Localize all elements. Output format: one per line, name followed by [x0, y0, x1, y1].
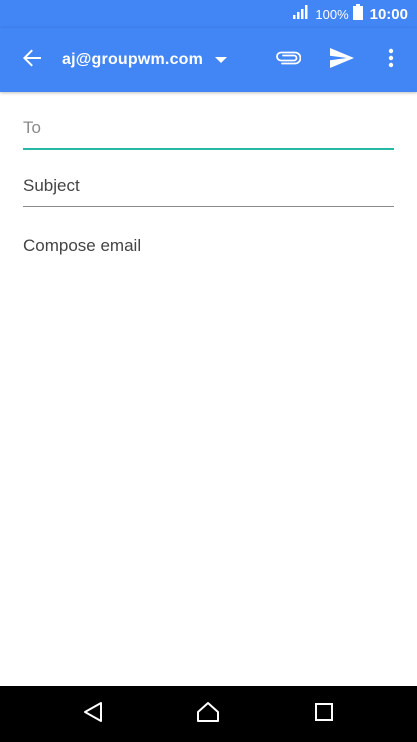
back-arrow-icon: [22, 48, 42, 73]
back-button[interactable]: [12, 40, 52, 80]
dropdown-icon: [215, 57, 228, 63]
send-icon: [330, 47, 354, 73]
battery-icon: [352, 3, 363, 25]
account-selector[interactable]: aj@groupwm.com: [62, 42, 228, 78]
to-input[interactable]: [23, 108, 394, 148]
more-vert-icon: [388, 48, 394, 73]
send-button[interactable]: [322, 40, 362, 80]
battery-percent: 100%: [315, 6, 349, 22]
attach-button[interactable]: [268, 40, 308, 80]
to-field: [23, 108, 394, 150]
more-options-button[interactable]: [371, 40, 411, 80]
nav-back-button[interactable]: [73, 694, 113, 734]
clock: 10:00: [369, 5, 408, 23]
subject-input[interactable]: [23, 166, 394, 206]
nav-home-icon: [196, 701, 220, 728]
signal-icon: [293, 4, 309, 24]
nav-back-icon: [83, 701, 103, 728]
navigation-bar: [0, 686, 417, 742]
account-email: aj@groupwm.com: [62, 51, 204, 68]
status-bar: 100% 10:00: [0, 0, 417, 28]
app-bar: aj@groupwm.com: [0, 28, 417, 92]
nav-recents-button[interactable]: [304, 694, 344, 734]
paperclip-icon: [275, 51, 302, 70]
compose-body-input[interactable]: [23, 226, 394, 646]
nav-recents-icon: [315, 702, 333, 726]
nav-home-button[interactable]: [188, 694, 228, 734]
status-indicators: 100% 10:00: [293, 0, 408, 28]
subject-field: [23, 166, 394, 207]
